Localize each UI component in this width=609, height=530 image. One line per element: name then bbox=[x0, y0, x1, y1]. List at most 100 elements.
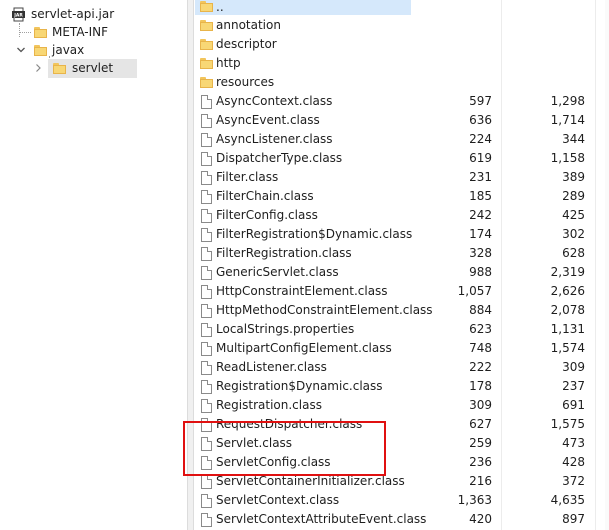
folder-icon bbox=[200, 1, 213, 12]
file-icon bbox=[201, 209, 212, 223]
file-name: FilterChain.class bbox=[216, 189, 314, 203]
list-item-file[interactable]: Registration.class 309 691 bbox=[195, 396, 609, 415]
list-item-file[interactable]: ServletContextAttributeEvent.class 420 897 bbox=[195, 510, 609, 529]
list-item-folder[interactable]: http bbox=[195, 54, 609, 73]
file-name: RequestDispatcher.class bbox=[216, 417, 363, 431]
chevron-right-icon[interactable] bbox=[33, 63, 43, 73]
list-item-file[interactable]: GenericServlet.class 988 2,319 bbox=[195, 263, 609, 282]
packed-size: 309 bbox=[469, 398, 492, 412]
file-icon bbox=[201, 399, 212, 413]
list-item-file[interactable]: HttpMethodConstraintElement.class 884 2,07… bbox=[195, 301, 609, 320]
packed-size: 328 bbox=[469, 246, 492, 260]
tree-item-javax[interactable]: javax bbox=[0, 41, 186, 60]
packed-size: 1,363 bbox=[457, 493, 492, 507]
list-item-folder[interactable]: descriptor bbox=[195, 35, 609, 54]
packed-size: 185 bbox=[469, 189, 492, 203]
list-item-folder[interactable]: resources bbox=[195, 73, 609, 92]
list-item-file[interactable]: HttpConstraintElement.class 1,057 2,626 bbox=[195, 282, 609, 301]
list-item-file[interactable]: Registration$Dynamic.class 178 237 bbox=[195, 377, 609, 396]
pane-splitter[interactable] bbox=[187, 0, 194, 530]
packed-size: 174 bbox=[469, 227, 492, 241]
chevron-down-icon[interactable] bbox=[16, 45, 26, 55]
list-item-file[interactable]: DispatcherType.class 619 1,158 bbox=[195, 149, 609, 168]
file-name: MultipartConfigElement.class bbox=[216, 341, 392, 355]
file-size: 2,078 bbox=[550, 303, 585, 317]
list-item-file[interactable]: ServletContext.class 1,363 4,635 bbox=[195, 491, 609, 510]
list-item-file[interactable]: AsyncListener.class 224 344 bbox=[195, 130, 609, 149]
packed-size: 627 bbox=[469, 417, 492, 431]
file-list[interactable]: .. annotation descriptor http resources Asy… bbox=[195, 0, 609, 530]
list-item-file[interactable]: Filter.class 231 389 bbox=[195, 168, 609, 187]
file-name: ServletConfig.class bbox=[216, 455, 331, 469]
folder-icon bbox=[200, 20, 213, 31]
file-name: DispatcherType.class bbox=[216, 151, 343, 165]
file-name: Servlet.class bbox=[216, 436, 293, 450]
file-size: 428 bbox=[562, 455, 585, 469]
file-name: AsyncEvent.class bbox=[216, 113, 320, 127]
file-icon bbox=[201, 361, 212, 375]
list-item-file[interactable]: AsyncEvent.class 636 1,714 bbox=[195, 111, 609, 130]
packed-size: 259 bbox=[469, 436, 492, 450]
file-icon bbox=[201, 114, 212, 128]
list-item-file[interactable]: FilterChain.class 185 289 bbox=[195, 187, 609, 206]
file-icon bbox=[201, 456, 212, 470]
file-name: resources bbox=[216, 75, 275, 89]
list-item-file[interactable]: LocalStrings.properties 623 1,131 bbox=[195, 320, 609, 339]
packed-size: 231 bbox=[469, 170, 492, 184]
file-name: FilterRegistration$Dynamic.class bbox=[216, 227, 413, 241]
file-size: 1,574 bbox=[550, 341, 585, 355]
packed-size: 597 bbox=[469, 94, 492, 108]
packed-size: 623 bbox=[469, 322, 492, 336]
file-size: 302 bbox=[562, 227, 585, 241]
packed-size: 748 bbox=[469, 341, 492, 355]
file-size: 389 bbox=[562, 170, 585, 184]
file-size: 309 bbox=[562, 360, 585, 374]
list-item-file[interactable]: AsyncContext.class 597 1,298 bbox=[195, 92, 609, 111]
file-icon bbox=[201, 323, 212, 337]
packed-size: 636 bbox=[469, 113, 492, 127]
file-name: HttpConstraintElement.class bbox=[216, 284, 388, 298]
file-icon bbox=[201, 475, 212, 489]
list-item-folder[interactable]: annotation bbox=[195, 16, 609, 35]
file-size: 4,635 bbox=[550, 493, 585, 507]
file-size: 2,319 bbox=[550, 265, 585, 279]
list-item-file[interactable]: FilterRegistration$Dynamic.class 174 302 bbox=[195, 225, 609, 244]
file-size: 473 bbox=[562, 436, 585, 450]
list-item-file[interactable]: RequestDispatcher.class 627 1,575 bbox=[195, 415, 609, 434]
file-name: Filter.class bbox=[216, 170, 279, 184]
file-name: annotation bbox=[216, 18, 281, 32]
list-item-file[interactable]: FilterConfig.class 242 425 bbox=[195, 206, 609, 225]
file-size: 1,714 bbox=[550, 113, 585, 127]
file-size: 1,298 bbox=[550, 94, 585, 108]
svg-text:JAR: JAR bbox=[13, 13, 23, 19]
packed-size: 242 bbox=[469, 208, 492, 222]
list-item-file[interactable]: ReadListener.class 222 309 bbox=[195, 358, 609, 377]
list-item-parent[interactable]: .. bbox=[195, 0, 609, 17]
list-item-file[interactable]: Servlet.class 259 473 bbox=[195, 434, 609, 453]
list-item-file[interactable]: FilterRegistration.class 328 628 bbox=[195, 244, 609, 263]
tree-label: servlet-api.jar bbox=[31, 7, 115, 21]
tree-item-meta-inf[interactable]: META-INF bbox=[0, 23, 186, 42]
tree-item-servlet-api-jar[interactable]: JAR servlet-api.jar bbox=[0, 5, 186, 24]
list-item-file[interactable]: MultipartConfigElement.class 748 1,574 bbox=[195, 339, 609, 358]
file-name: LocalStrings.properties bbox=[216, 322, 355, 336]
packed-size: 178 bbox=[469, 379, 492, 393]
tree-label: META-INF bbox=[52, 25, 109, 39]
list-item-file[interactable]: ServletConfig.class 236 428 bbox=[195, 453, 609, 472]
tree-item-servlet[interactable]: servlet bbox=[0, 59, 186, 78]
list-item-file[interactable]: ServletContainerInitializer.class 216 372 bbox=[195, 472, 609, 491]
file-icon bbox=[201, 418, 212, 432]
file-icon bbox=[201, 380, 212, 394]
file-size: 289 bbox=[562, 189, 585, 203]
folder-icon bbox=[53, 63, 66, 74]
packed-size: 619 bbox=[469, 151, 492, 165]
folder-icon bbox=[34, 27, 47, 38]
packed-size: 988 bbox=[469, 265, 492, 279]
file-size: 628 bbox=[562, 246, 585, 260]
file-name: AsyncListener.class bbox=[216, 132, 333, 146]
file-icon bbox=[201, 228, 212, 242]
file-name: AsyncContext.class bbox=[216, 94, 333, 108]
folder-tree[interactable]: JAR servlet-api.jar META-INF javax servl… bbox=[0, 0, 186, 530]
tree-label: servlet bbox=[72, 61, 114, 75]
selection-highlight bbox=[195, 0, 411, 15]
